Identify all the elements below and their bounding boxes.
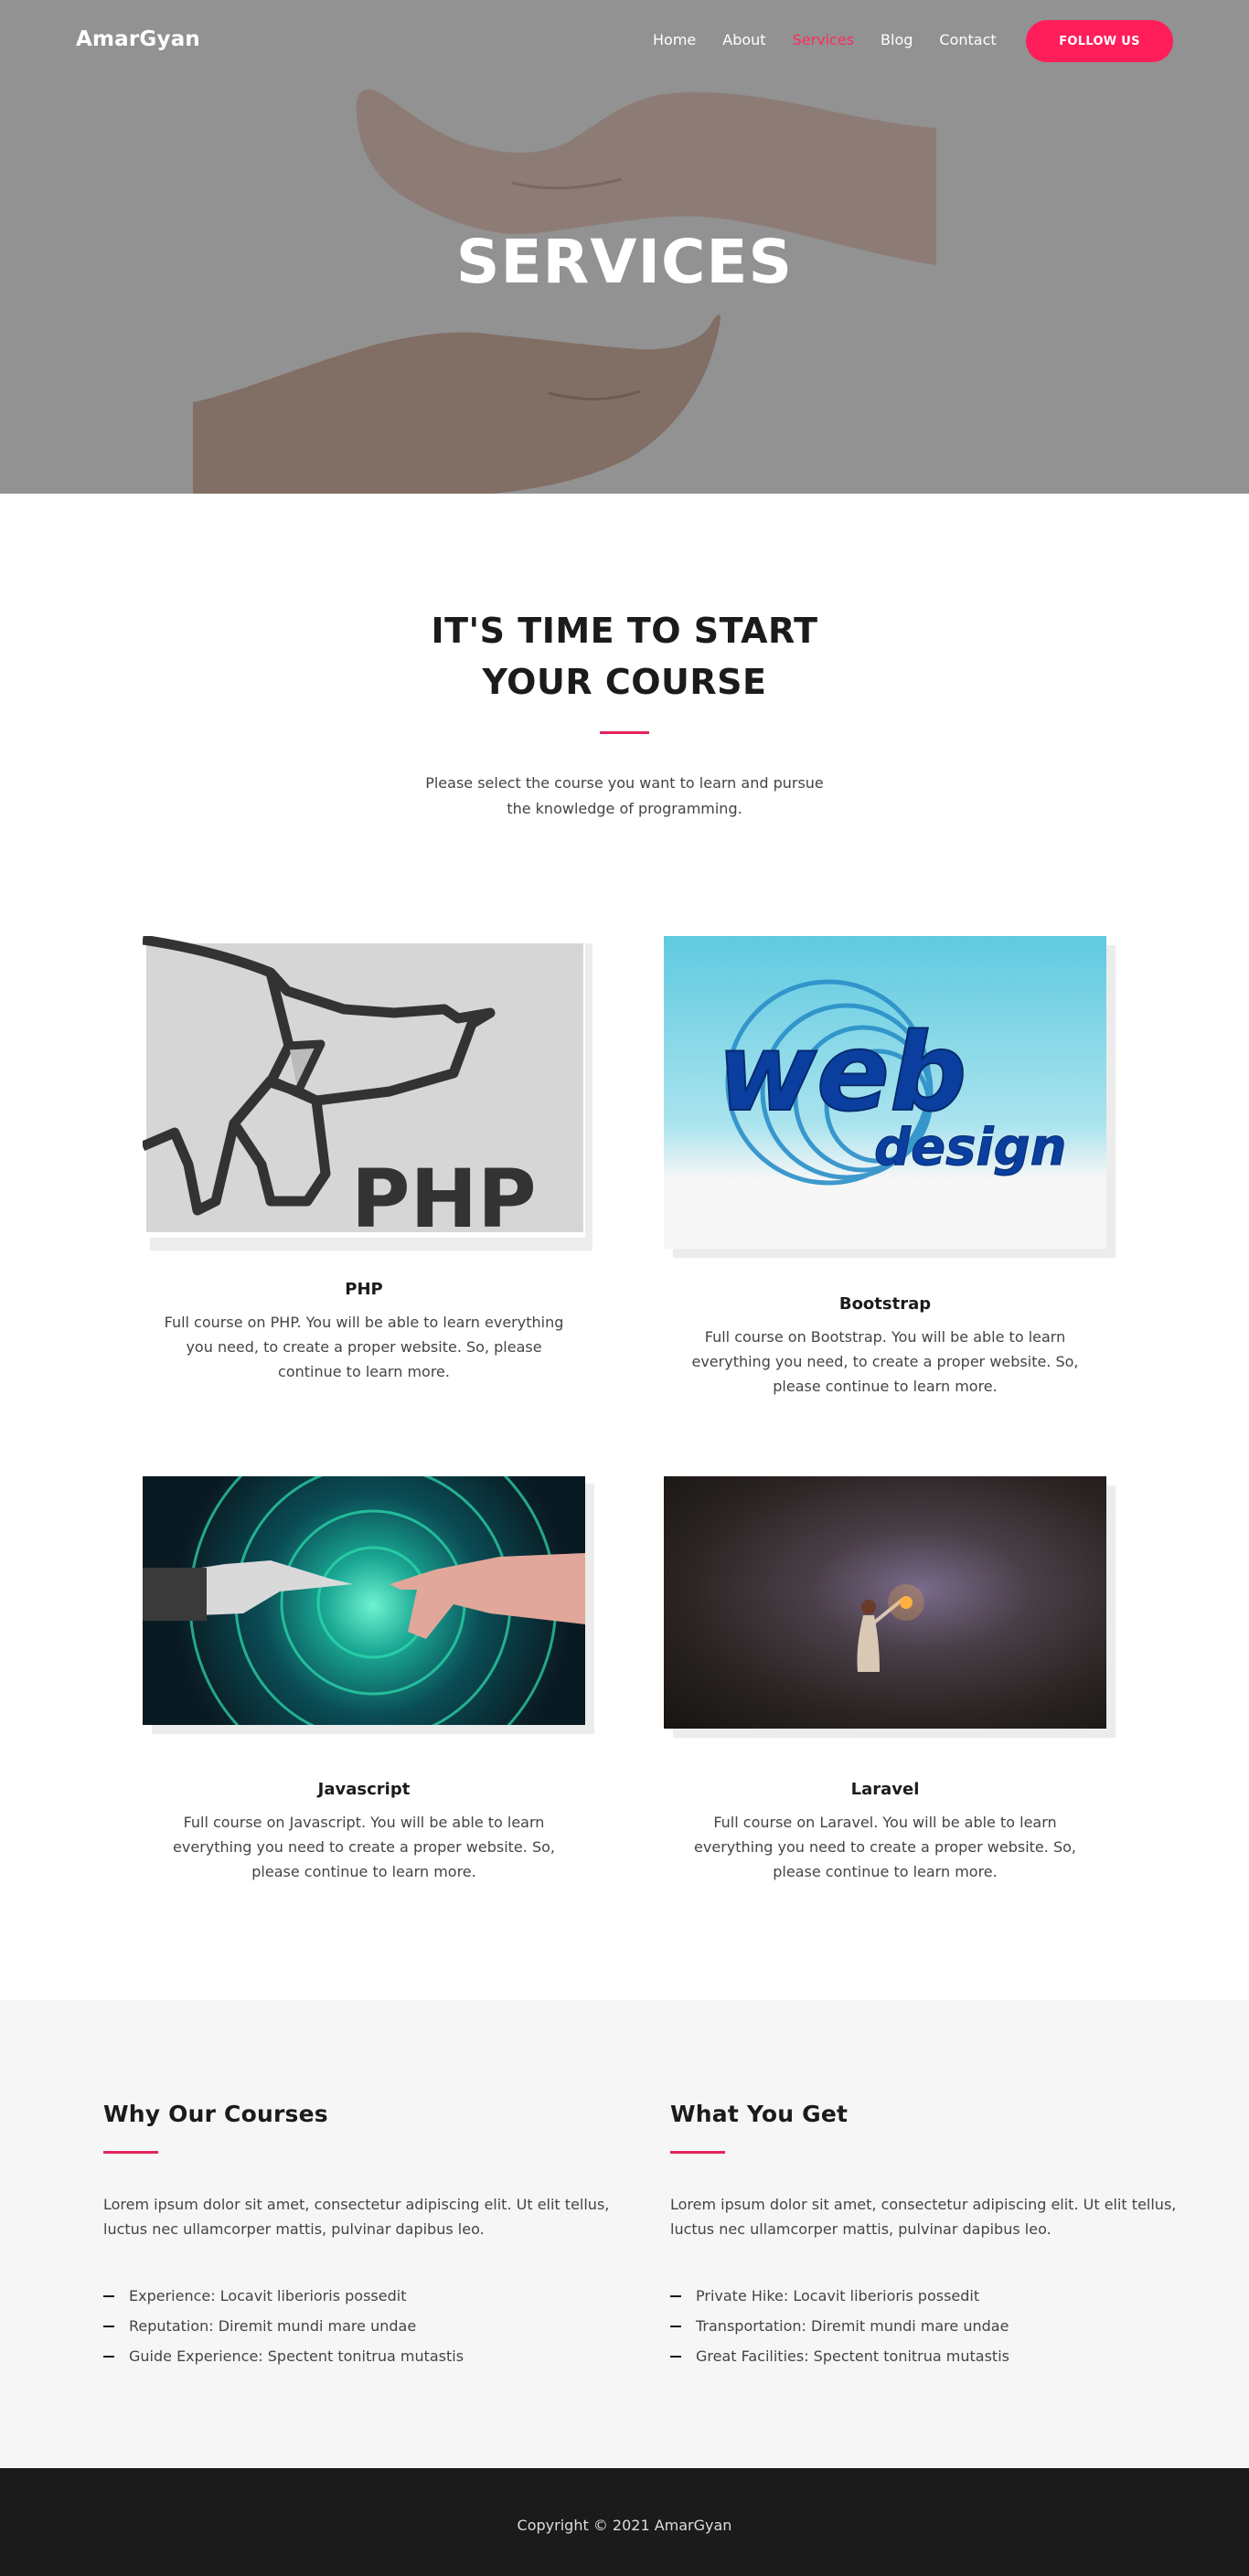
php-logo-text: PHP [351, 1152, 537, 1238]
course-card-laravel[interactable]: Laravel Full course on Laravel. You will… [664, 1476, 1116, 1884]
course-description: Full course on Bootstrap. You will be ab… [691, 1328, 1079, 1395]
list-item: Reputation: Diremit mundi mare undae [103, 2311, 615, 2341]
column-divider [670, 2151, 725, 2154]
course-title[interactable]: Bootstrap [664, 1294, 1106, 1314]
column-text: Lorem ipsum dolor sit amet, consectetur … [670, 2196, 1177, 2238]
brand-logo[interactable]: AmarGyan [76, 27, 200, 51]
hero-section: AmarGyan Home About Services Blog Contac… [0, 0, 1249, 494]
course-description: Full course on Javascript. You will be a… [173, 1814, 555, 1880]
nav-link-contact[interactable]: Contact [939, 31, 996, 48]
course-card-php[interactable]: PHP PHP Full course on PHP. You will be … [143, 936, 592, 1384]
woman-with-lantern-icon [857, 1584, 924, 1672]
feature-list: Experience: Locavit liberioris possedit … [103, 2281, 615, 2371]
nav-menu: Home About Services Blog Contact [653, 31, 1023, 48]
nav-link-services[interactable]: Services [793, 31, 854, 48]
course-image-wrapper: web design [664, 936, 1116, 1258]
web-design-image[interactable]: web design [664, 936, 1106, 1249]
list-item: Private Hike: Locavit liberioris possedi… [670, 2281, 1182, 2311]
column-title: What You Get [670, 2101, 849, 2127]
course-image-wrapper: PHP [143, 936, 592, 1251]
ai-hands-image[interactable] [143, 1476, 585, 1725]
nav-link-about[interactable]: About [722, 31, 765, 48]
nav-link-blog[interactable]: Blog [881, 31, 913, 48]
courses-section: IT'S TIME TO START YOUR COURSE Please se… [0, 494, 1249, 1880]
cave-lantern-image[interactable] [664, 1476, 1106, 1729]
features-section: Why Our Courses Lorem ipsum dolor sit am… [0, 2000, 1249, 2468]
what-you-get-column: What You Get Lorem ipsum dolor sit amet,… [670, 2101, 1182, 2371]
list-item: Great Facilities: Spectent tonitrua muta… [670, 2341, 1182, 2371]
list-item: Transportation: Diremit mundi mare undae [670, 2311, 1182, 2341]
section-intro-text: Please select the course you want to lea… [425, 774, 824, 817]
why-our-courses-column: Why Our Courses Lorem ipsum dolor sit am… [103, 2101, 615, 2371]
course-image-wrapper [143, 1476, 594, 1734]
list-item: Experience: Locavit liberioris possedit [103, 2281, 615, 2311]
course-card-bootstrap[interactable]: web design Bootstrap Full course on Boot… [664, 936, 1116, 1399]
nav-link-home[interactable]: Home [653, 31, 696, 48]
follow-us-button[interactable]: FOLLOW US [1026, 20, 1173, 62]
robot-human-hands-icon [143, 1476, 585, 1725]
web-design-logo-icon: web design [716, 979, 1067, 1186]
column-title: Why Our Courses [103, 2101, 328, 2127]
course-card-javascript[interactable]: Javascript Full course on Javascript. Yo… [143, 1476, 594, 1884]
course-title[interactable]: PHP [143, 1280, 585, 1299]
php-logo-image[interactable]: PHP [143, 936, 585, 1238]
course-title[interactable]: Javascript [143, 1780, 585, 1799]
column-divider [103, 2151, 158, 2154]
course-description: Full course on Laravel. You will be able… [694, 1814, 1076, 1880]
feature-list: Private Hike: Locavit liberioris possedi… [670, 2281, 1182, 2371]
course-image-wrapper [664, 1476, 1116, 1738]
top-navbar: AmarGyan Home About Services Blog Contac… [0, 0, 1249, 82]
course-description: Full course on PHP. You will be able to … [164, 1314, 564, 1380]
copyright-text: Copyright © 2021 AmarGyan [517, 2517, 732, 2534]
list-item: Guide Experience: Spectent tonitrua muta… [103, 2341, 615, 2371]
page-title: SERVICES [455, 227, 794, 297]
site-footer: Copyright © 2021 AmarGyan [0, 2468, 1249, 2576]
section-heading: IT'S TIME TO START YOUR COURSE [431, 611, 818, 702]
heading-divider [600, 731, 649, 734]
php-elephant-icon: PHP [143, 936, 583, 1238]
design-logo-text: design [874, 1118, 1067, 1177]
web-logo-text: web [717, 1009, 967, 1135]
column-text: Lorem ipsum dolor sit amet, consectetur … [103, 2196, 610, 2238]
course-title[interactable]: Laravel [664, 1780, 1106, 1799]
